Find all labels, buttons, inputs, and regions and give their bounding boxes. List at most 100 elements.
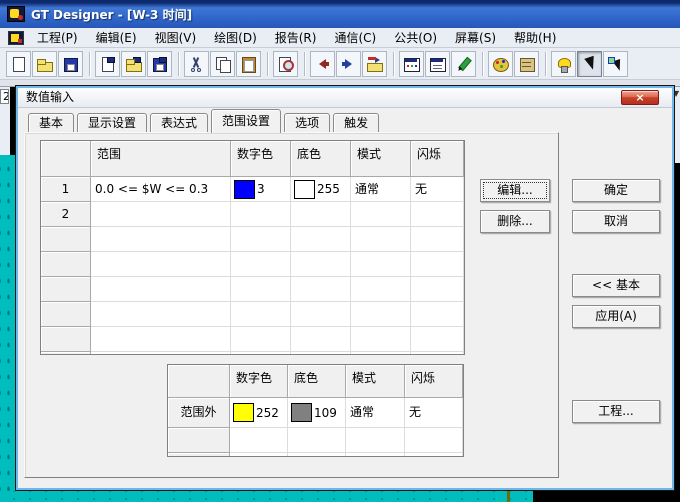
edit-button[interactable]: 编辑... xyxy=(480,179,550,202)
device-lamp-button[interactable] xyxy=(551,51,576,77)
empty-cell[interactable] xyxy=(231,277,291,302)
cancel-button[interactable]: 取消 xyxy=(572,210,660,233)
menu-screen[interactable]: 屏幕(S) xyxy=(446,27,505,48)
oor-mode-cell[interactable]: 通常 xyxy=(346,398,405,428)
flash-cell[interactable]: 无 xyxy=(411,177,464,202)
data-list-button[interactable] xyxy=(425,51,450,77)
empty-cell[interactable] xyxy=(291,252,351,277)
empty-cell[interactable] xyxy=(291,277,351,302)
empty-cell[interactable] xyxy=(405,453,463,457)
empty-cell[interactable] xyxy=(346,453,405,457)
menu-project[interactable]: 工程(P) xyxy=(28,27,87,48)
empty-cell[interactable] xyxy=(351,352,411,355)
empty-cell[interactable] xyxy=(91,277,231,302)
save-screen-button[interactable] xyxy=(147,51,172,77)
back-button[interactable] xyxy=(310,51,335,77)
empty-cell[interactable] xyxy=(411,327,464,352)
cut-button[interactable] xyxy=(184,51,209,77)
range-expr-cell[interactable]: 0.0 <= $W <= 0.3 xyxy=(91,177,231,202)
row-header-2[interactable]: 2 xyxy=(41,202,91,227)
mode-cell[interactable]: 通常 xyxy=(351,177,411,202)
tab-trigger[interactable]: 触发 xyxy=(333,113,379,133)
row-header-1[interactable]: 1 xyxy=(41,177,91,202)
tab-expression[interactable]: 表达式 xyxy=(150,113,208,133)
empty-cell[interactable] xyxy=(291,327,351,352)
oor-row-empty[interactable] xyxy=(168,453,230,457)
empty-cell[interactable] xyxy=(288,453,346,457)
dialog-titlebar[interactable]: 数值输入 xyxy=(18,88,672,108)
empty-cell[interactable] xyxy=(351,302,411,327)
canvas-left-strip[interactable] xyxy=(0,155,15,502)
empty-cell[interactable] xyxy=(351,277,411,302)
empty-cell[interactable] xyxy=(231,202,291,227)
empty-cell[interactable] xyxy=(411,352,464,355)
bg-color-cell[interactable]: 255 xyxy=(291,177,351,202)
menu-draw[interactable]: 绘图(D) xyxy=(205,27,266,48)
empty-cell[interactable] xyxy=(231,227,291,252)
empty-cell[interactable] xyxy=(291,352,351,355)
row-header-empty[interactable] xyxy=(41,227,91,252)
empty-cell[interactable] xyxy=(231,352,291,355)
empty-cell[interactable] xyxy=(351,202,411,227)
menu-comm[interactable]: 通信(C) xyxy=(325,27,385,48)
project-button[interactable]: 工程... xyxy=(572,400,660,423)
oor-row-empty[interactable] xyxy=(168,428,230,453)
palette-button[interactable] xyxy=(488,51,513,77)
paste-button[interactable] xyxy=(236,51,261,77)
row-header-empty[interactable] xyxy=(41,352,91,355)
empty-cell[interactable] xyxy=(91,352,231,355)
oor-number-color-cell[interactable]: 252 xyxy=(230,398,288,428)
tab-display-settings[interactable]: 显示设置 xyxy=(77,113,147,133)
empty-cell[interactable] xyxy=(91,252,231,277)
forward-button[interactable] xyxy=(336,51,361,77)
empty-cell[interactable] xyxy=(351,227,411,252)
empty-cell[interactable] xyxy=(405,428,463,453)
empty-cell[interactable] xyxy=(288,428,346,453)
ok-button[interactable]: 确定 xyxy=(572,179,660,202)
empty-cell[interactable] xyxy=(291,302,351,327)
tab-range-settings[interactable]: 范围设置 xyxy=(211,109,281,133)
oor-bg-color-cell[interactable]: 109 xyxy=(288,398,346,428)
copy-button[interactable] xyxy=(210,51,235,77)
attribute-table-button[interactable] xyxy=(399,51,424,77)
empty-cell[interactable] xyxy=(91,327,231,352)
empty-cell[interactable] xyxy=(351,252,411,277)
new-screen-button[interactable] xyxy=(95,51,120,77)
select-arrow-button[interactable] xyxy=(577,51,602,77)
object-select-button[interactable] xyxy=(603,51,628,77)
menu-view[interactable]: 视图(V) xyxy=(146,27,206,48)
delete-button[interactable]: 删除... xyxy=(480,210,550,233)
save-file-button[interactable] xyxy=(58,51,83,77)
oor-flash-cell[interactable]: 无 xyxy=(405,398,463,428)
empty-cell[interactable] xyxy=(231,252,291,277)
menu-help[interactable]: 帮助(H) xyxy=(505,27,565,48)
row-header-empty[interactable] xyxy=(41,277,91,302)
empty-cell[interactable] xyxy=(91,227,231,252)
empty-cell[interactable] xyxy=(230,428,288,453)
basic-toggle-button[interactable]: << 基本 xyxy=(572,274,660,297)
empty-cell[interactable] xyxy=(231,302,291,327)
empty-cell[interactable] xyxy=(91,302,231,327)
draw-pen-button[interactable] xyxy=(451,51,476,77)
row-header-empty[interactable] xyxy=(41,252,91,277)
new-file-button[interactable] xyxy=(6,51,31,77)
empty-cell[interactable] xyxy=(411,302,464,327)
child-window-icon[interactable] xyxy=(8,31,24,45)
empty-cell[interactable] xyxy=(411,252,464,277)
number-color-cell[interactable]: 3 xyxy=(231,177,291,202)
empty-cell[interactable] xyxy=(291,202,351,227)
tab-basic[interactable]: 基本 xyxy=(28,113,74,133)
menu-common[interactable]: 公共(O) xyxy=(385,27,446,48)
empty-cell[interactable] xyxy=(411,277,464,302)
dialog-close-button[interactable]: × xyxy=(621,90,659,105)
empty-cell[interactable] xyxy=(230,453,288,457)
menu-report[interactable]: 报告(R) xyxy=(266,27,326,48)
empty-cell[interactable] xyxy=(291,227,351,252)
empty-cell[interactable] xyxy=(346,428,405,453)
row-header-empty[interactable] xyxy=(41,327,91,352)
empty-cell[interactable] xyxy=(91,202,231,227)
empty-cell[interactable] xyxy=(411,227,464,252)
screen-jump-button[interactable] xyxy=(362,51,387,77)
open-screen-button[interactable] xyxy=(121,51,146,77)
open-file-button[interactable] xyxy=(32,51,57,77)
